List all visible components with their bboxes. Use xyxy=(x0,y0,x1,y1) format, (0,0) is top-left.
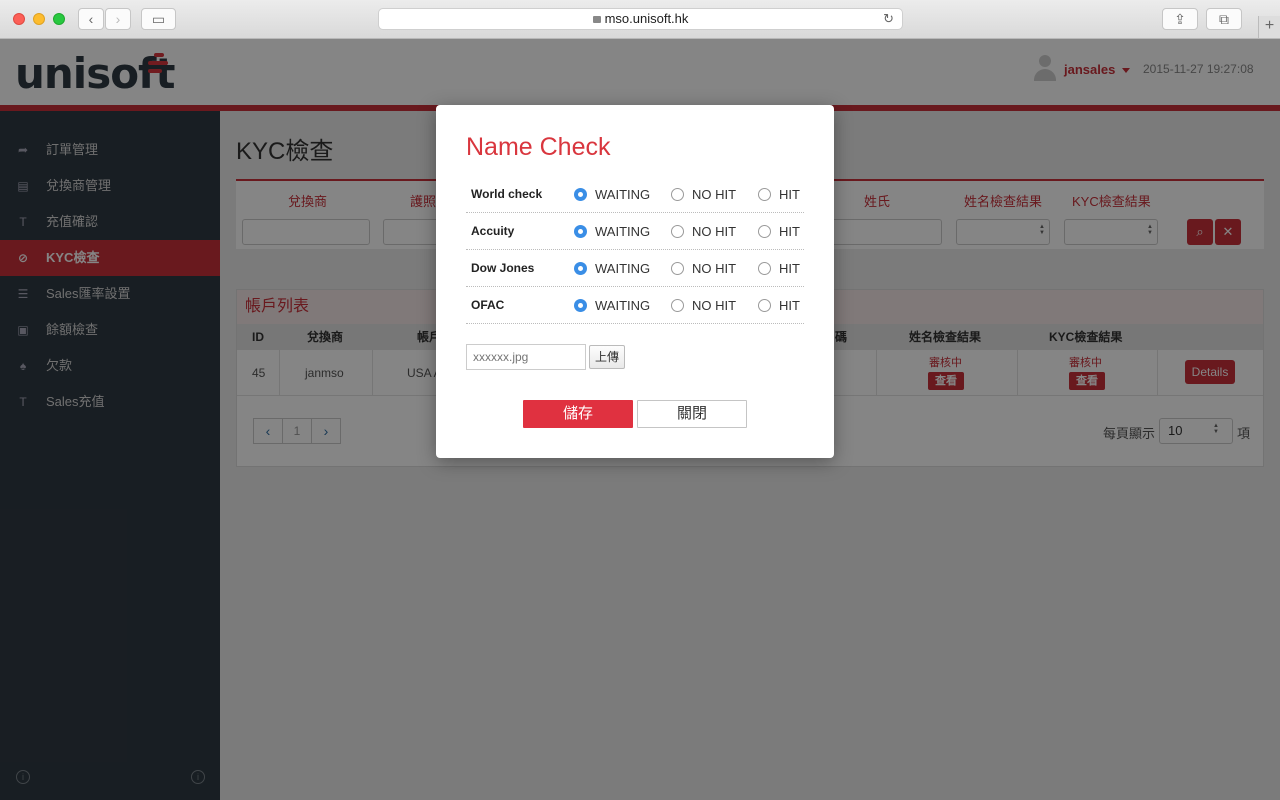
forward-button[interactable]: › xyxy=(105,8,131,30)
radio-hit[interactable] xyxy=(758,262,771,275)
tabs-button[interactable]: ⧉ xyxy=(1206,8,1242,30)
radio-label-no-hit: NO HIT xyxy=(692,224,737,239)
plus-icon: + xyxy=(1264,17,1275,34)
address-bar[interactable]: mso.unisoft.hk ↻ xyxy=(378,8,903,30)
close-button[interactable]: 關閉 xyxy=(637,400,747,428)
radio-waiting[interactable] xyxy=(574,225,587,238)
check-row-dow-jones: Dow Jones WAITING NO HIT HIT xyxy=(466,250,804,287)
lock-icon xyxy=(592,16,601,23)
radio-waiting[interactable] xyxy=(574,262,587,275)
tabs-icon: ⧉ xyxy=(1219,11,1229,27)
browser-chrome: ‹ › ▭ mso.unisoft.hk ↻ ⇪ ⧉ + xyxy=(0,0,1280,39)
modal-title: Name Check xyxy=(466,133,611,161)
radio-label-waiting: WAITING xyxy=(595,261,651,276)
upload-button[interactable]: 上傳 xyxy=(589,345,625,369)
radio-no-hit[interactable] xyxy=(671,188,684,201)
sidebar-toggle-button[interactable]: ▭ xyxy=(141,8,176,30)
chevron-left-icon: ‹ xyxy=(88,11,94,27)
radio-no-hit[interactable] xyxy=(671,262,684,275)
chevron-right-icon: › xyxy=(115,11,121,27)
radio-label-waiting: WAITING xyxy=(595,187,651,202)
radio-no-hit[interactable] xyxy=(671,299,684,312)
radio-waiting[interactable] xyxy=(574,188,587,201)
radio-hit[interactable] xyxy=(758,225,771,238)
reload-icon[interactable]: ↻ xyxy=(883,9,894,29)
name-check-modal: Name Check World check WAITING NO HIT HI… xyxy=(436,105,834,458)
check-name: Accuity xyxy=(471,224,515,238)
radio-label-waiting: WAITING xyxy=(595,224,651,239)
share-icon: ⇪ xyxy=(1174,11,1186,27)
check-row-world-check: World check WAITING NO HIT HIT xyxy=(466,176,804,213)
radio-no-hit[interactable] xyxy=(671,225,684,238)
radio-hit[interactable] xyxy=(758,299,771,312)
sidebar-icon: ▭ xyxy=(151,11,166,27)
save-button[interactable]: 儲存 xyxy=(523,400,633,428)
radio-label-hit: HIT xyxy=(779,261,800,276)
radio-hit[interactable] xyxy=(758,188,771,201)
radio-label-hit: HIT xyxy=(779,224,800,239)
check-name: Dow Jones xyxy=(471,261,535,275)
radio-label-hit: HIT xyxy=(779,187,800,202)
back-button[interactable]: ‹ xyxy=(78,8,104,30)
maximize-window-button[interactable] xyxy=(53,13,65,25)
url-text: mso.unisoft.hk xyxy=(604,11,689,26)
check-row-ofac: OFAC WAITING NO HIT HIT xyxy=(466,287,804,324)
check-name: World check xyxy=(471,187,543,201)
close-window-button[interactable] xyxy=(13,13,25,25)
radio-label-hit: HIT xyxy=(779,298,800,313)
minimize-window-button[interactable] xyxy=(33,13,45,25)
new-tab-button[interactable]: + xyxy=(1258,16,1280,38)
radio-label-no-hit: NO HIT xyxy=(692,298,737,313)
radio-waiting[interactable] xyxy=(574,299,587,312)
radio-label-waiting: WAITING xyxy=(595,298,651,313)
check-row-accuity: Accuity WAITING NO HIT HIT xyxy=(466,213,804,250)
radio-label-no-hit: NO HIT xyxy=(692,261,737,276)
check-name: OFAC xyxy=(471,298,505,312)
file-name-input[interactable] xyxy=(466,344,586,370)
radio-label-no-hit: NO HIT xyxy=(692,187,737,202)
share-button[interactable]: ⇪ xyxy=(1162,8,1198,30)
